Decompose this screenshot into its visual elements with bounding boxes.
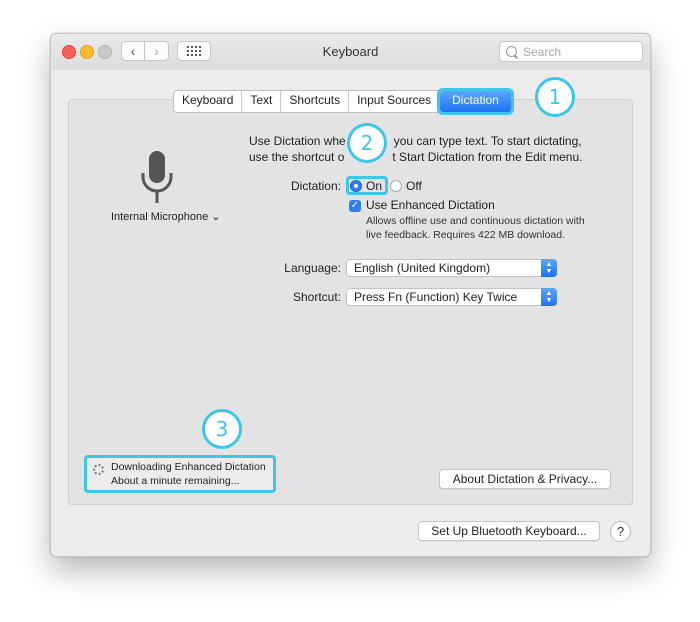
shortcut-popup[interactable]: Press Fn (Function) Key Twice ▲ ▼ [346,288,557,306]
tab-keyboard[interactable]: Keyboard [174,91,243,112]
enhanced-dictation-label: Use Enhanced Dictation [366,198,495,212]
radio-unselected-icon [390,180,402,192]
tab-bar: Keyboard Text Shortcuts Input Sources Di… [173,90,512,113]
callout-1: 1 [535,77,575,117]
search-field[interactable]: Search [499,41,643,62]
language-popup[interactable]: English (United Kingdom) ▲ ▼ [346,259,557,277]
description-line-2: use the shortcut o t Start Dictation fro… [249,150,583,164]
title-bar: ‹ › Keyboard Search [51,34,650,70]
dictation-on-radio[interactable]: On [350,179,382,193]
checkmark-icon: ✓ [350,200,360,211]
keyboard-preferences-window: ‹ › Keyboard Search Keyboard Text Shortc… [50,33,651,557]
popup-arrows-icon: ▲ ▼ [541,259,557,277]
download-status: Downloading Enhanced Dictation About a m… [84,455,276,493]
enhanced-dictation-checkbox[interactable]: ✓ [349,200,361,212]
tab-input-sources[interactable]: Input Sources [349,91,441,112]
language-value: English (United Kingdom) [354,261,491,275]
dictation-label: Dictation: [290,179,341,193]
about-dictation-privacy-button[interactable]: About Dictation & Privacy... [439,469,611,489]
microphone-selector[interactable]: Internal Microphone ⌄ [111,210,241,223]
tab-text[interactable]: Text [242,91,282,112]
search-placeholder: Search [523,44,562,59]
enhanced-desc-line-1: Allows offline use and continuous dictat… [366,215,585,227]
enhanced-dictation-description: Allows offline use and continuous dictat… [366,214,606,242]
dictation-description: Use Dictation whe you can type text. To … [249,133,609,165]
search-icon [506,46,517,57]
setup-bluetooth-keyboard-button[interactable]: Set Up Bluetooth Keyboard... [418,521,600,541]
help-button[interactable]: ? [610,521,631,542]
spinner-icon [93,464,104,475]
dictation-off-radio[interactable]: Off [390,179,422,193]
microphone-icon [141,151,173,203]
shortcut-value: Press Fn (Function) Key Twice [354,290,518,304]
radio-on-label: On [366,179,383,193]
callout-2: 2 [347,123,387,163]
download-title: Downloading Enhanced Dictation [111,461,266,473]
tab-dictation[interactable]: Dictation [440,91,511,112]
shortcut-label: Shortcut: [292,290,341,304]
popup-arrows-icon: ▲ ▼ [541,288,557,306]
callout-3: 3 [202,409,242,449]
language-label: Language: [284,261,341,275]
description-line-1: Use Dictation whe you can type text. To … [249,134,582,148]
enhanced-desc-line-2: live feedback. Requires 422 MB download. [366,229,566,241]
download-remaining: About a minute remaining... [111,475,240,487]
tab-shortcuts[interactable]: Shortcuts [281,91,350,112]
radio-off-label: Off [406,179,422,193]
radio-selected-icon [350,180,362,192]
